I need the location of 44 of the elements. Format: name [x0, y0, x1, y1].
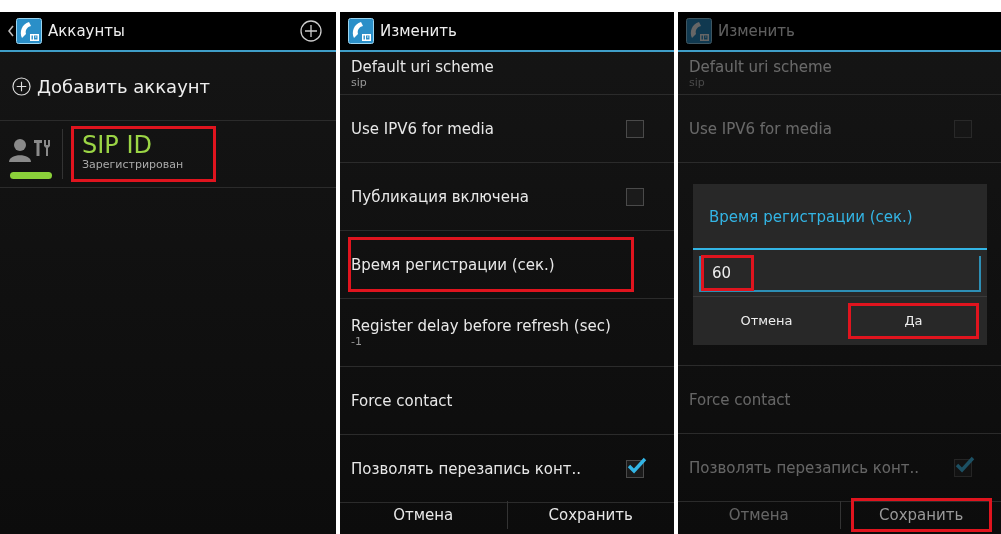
setting-title: Default uri scheme: [351, 57, 495, 76]
add-account-link[interactable]: Добавить аккаунт: [37, 75, 211, 97]
setting-title: Время регистрации (сек.): [351, 255, 556, 274]
phone-ip-icon: [686, 18, 712, 44]
account-status: Зарегистрирован: [82, 158, 184, 172]
setting-item[interactable]: Register delay before refresh (sec) -1: [348, 305, 666, 360]
dialog-button[interactable]: Отмена: [701, 302, 832, 339]
setting-value: -1: [351, 335, 363, 348]
setting-item[interactable]: Force contact: [348, 373, 666, 428]
checkbox[interactable]: [626, 459, 644, 478]
checkbox[interactable]: [626, 187, 644, 206]
dialog-button[interactable]: Да: [848, 302, 979, 339]
setting-title: Default uri scheme: [689, 57, 833, 76]
account-entry[interactable]: SIP ID Зарегистрирован: [71, 125, 217, 183]
setting-item[interactable]: Use IPV6 for media: [348, 101, 626, 156]
setting-title: Публикация включена: [351, 187, 530, 206]
add-icon[interactable]: [300, 20, 322, 42]
input-field[interactable]: 60: [699, 255, 981, 292]
screen-title: Аккаунты: [48, 22, 126, 40]
setting-title: Force contact: [351, 391, 454, 410]
setting-item[interactable]: Позволять перезапись конт..: [348, 441, 626, 496]
screen-title: Изменить: [380, 22, 458, 40]
setting-value: sip: [351, 75, 368, 89]
setting-item[interactable]: Default uri scheme sip: [348, 58, 666, 88]
setting-title: Use IPV6 for media: [689, 119, 833, 138]
back-chevron-icon[interactable]: [8, 25, 14, 37]
phone-ip-icon: [348, 18, 374, 44]
setting-title: Позволять перезапись конт..: [689, 458, 921, 477]
footer-button[interactable]: Сохранить: [517, 498, 664, 532]
setting-title: Register delay before refresh (sec): [351, 317, 612, 335]
setting-title: Force contact: [689, 390, 792, 409]
setting-title: Use IPV6 for media: [351, 119, 495, 138]
input-value: 60: [701, 254, 755, 291]
footer-button[interactable]: Отмена: [350, 498, 497, 532]
account-name: SIP ID: [82, 132, 153, 159]
footer-button[interactable]: Сохранить: [850, 498, 992, 532]
dialog-title: Время регистрации (сек.): [693, 183, 987, 250]
phone-ip-icon: [16, 18, 42, 44]
screen-title: Изменить: [718, 22, 796, 40]
checkbox[interactable]: [626, 119, 644, 138]
setting-item[interactable]: Публикация включена: [348, 169, 626, 224]
setting-item[interactable]: Время регистрации (сек.): [348, 237, 634, 292]
add-icon[interactable]: [12, 76, 31, 96]
setting-title: Позволять перезапись конт..: [351, 459, 583, 478]
